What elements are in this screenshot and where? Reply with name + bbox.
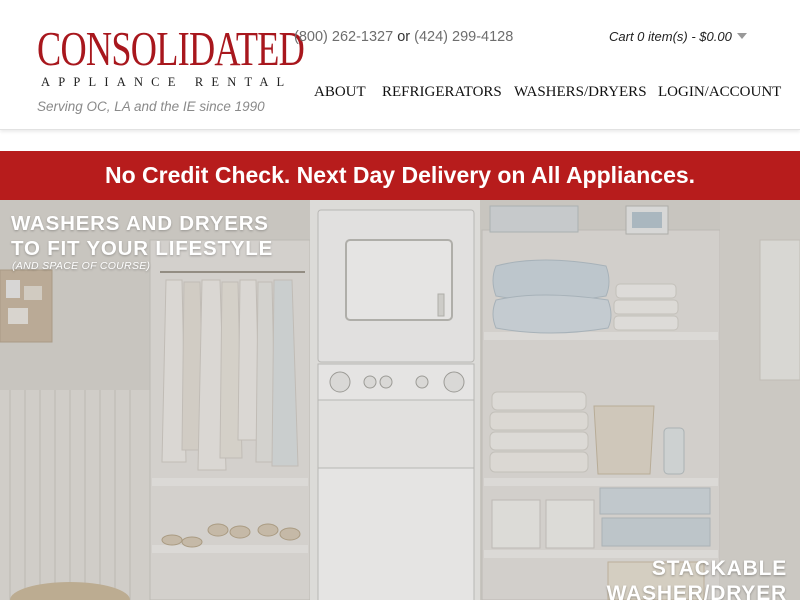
hero-caption-line-2: WASHER/DRYER	[606, 582, 787, 600]
phone-separator: or	[397, 29, 411, 45]
hero-title-line-2: TO FIT YOUR LIFESTYLE	[11, 237, 274, 260]
nav-item-about[interactable]: ABOUT	[314, 84, 366, 101]
hero-banner[interactable]: WASHERS AND DRYERS TO FIT YOUR LIFESTYLE…	[0, 200, 800, 600]
nav-item-washers-dryers[interactable]: WASHERS/DRYERS	[514, 84, 647, 101]
promo-banner: No Credit Check. Next Day Delivery on Al…	[0, 151, 800, 200]
nav-item-login-account[interactable]: LOGIN/ACCOUNT	[658, 84, 781, 101]
hero-caption-line-1: STACKABLE	[651, 557, 787, 580]
contact-phones: (800) 262-1327 or (424) 299-4128	[294, 29, 513, 45]
main-nav: ABOUT REFRIGERATORS WASHERS/DRYERS LOGIN…	[0, 84, 800, 104]
chevron-down-icon	[736, 33, 747, 39]
phone-link-secondary[interactable]: (424) 299-4128	[414, 29, 513, 45]
hero-caption: STACKABLE WASHER/DRYER	[607, 556, 787, 600]
phone-link-primary[interactable]: (800) 262-1327	[294, 29, 393, 45]
nav-item-refrigerators[interactable]: REFRIGERATORS	[382, 84, 502, 101]
brand-name: CONSOLIDATED	[37, 21, 305, 76]
hero-title: WASHERS AND DRYERS TO FIT YOUR LIFESTYLE	[11, 211, 273, 261]
cart-dropdown[interactable]: Cart 0 item(s) - $0.00	[609, 29, 747, 44]
site-header: CONSOLIDATED APPLIANCE RENTAL Serving OC…	[0, 0, 800, 130]
cart-summary: Cart 0 item(s) - $0.00	[609, 29, 732, 44]
hero-title-line-1: WASHERS AND DRYERS	[11, 212, 269, 235]
hero-subtitle: (AND SPACE OF COURSE)	[12, 260, 151, 272]
